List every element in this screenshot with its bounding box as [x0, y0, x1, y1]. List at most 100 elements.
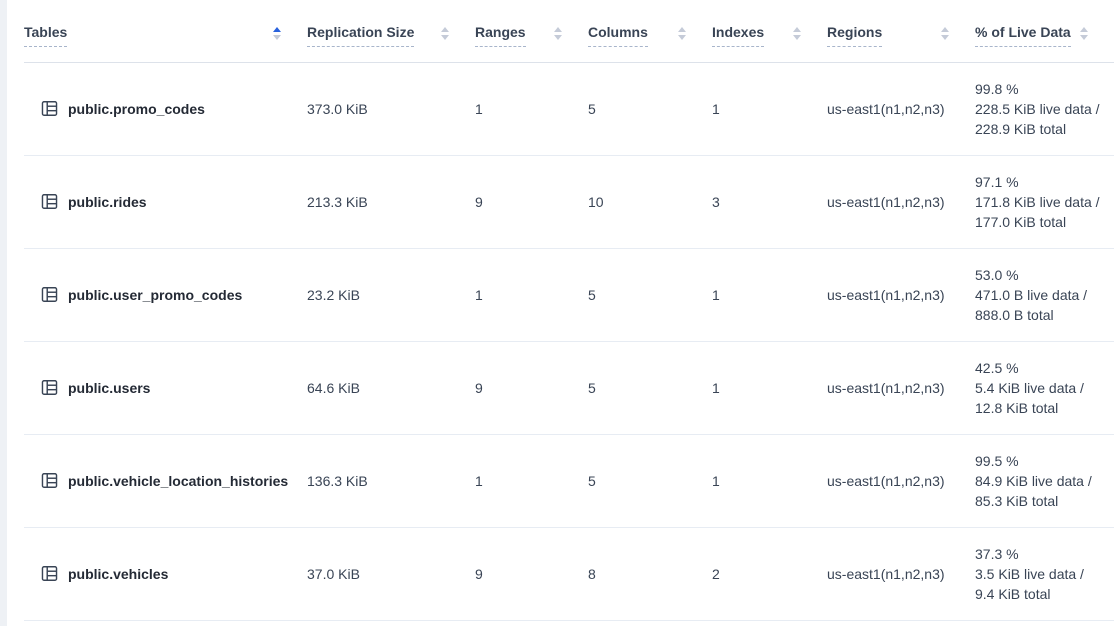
live-percent: 53.0 %: [975, 265, 1104, 285]
table-name-link[interactable]: public.users: [68, 380, 150, 396]
column-header-label[interactable]: Ranges: [475, 24, 526, 47]
table-row[interactable]: public.users 64.6 KiB 9 5 1 us-east1(n1,…: [24, 341, 1114, 434]
live-data-cell: 53.0 % 471.0 B live data / 888.0 B total: [975, 248, 1114, 341]
column-header[interactable]: Tables: [24, 10, 307, 62]
sort-desc-arrow-icon: [554, 35, 562, 40]
table-name-link[interactable]: public.rides: [68, 194, 147, 210]
column-header-label[interactable]: Regions: [827, 24, 882, 47]
column-header[interactable]: Indexes: [712, 10, 827, 62]
table-name-link[interactable]: public.promo_codes: [68, 101, 205, 117]
regions-cell: us-east1(n1,n2,n3): [827, 248, 975, 341]
table-name-cell: public.rides: [24, 155, 307, 248]
total-data-amount: 85.3 KiB total: [975, 491, 1104, 511]
table-name-link[interactable]: public.vehicles: [68, 566, 168, 582]
regions-cell: us-east1(n1,n2,n3): [827, 341, 975, 434]
column-header[interactable]: % of Live Data: [975, 10, 1114, 62]
replication-size-cell: 64.6 KiB: [307, 341, 475, 434]
sort-desc-arrow-icon: [941, 35, 949, 40]
columns-cell: 5: [588, 341, 712, 434]
column-header-label[interactable]: Tables: [24, 24, 67, 47]
live-percent: 42.5 %: [975, 358, 1104, 378]
sort-asc-arrow-icon: [1080, 27, 1088, 32]
columns-cell: 8: [588, 527, 712, 620]
sort-arrows-icon[interactable]: [441, 27, 449, 40]
sort-arrows-icon[interactable]: [273, 27, 281, 40]
regions-cell: us-east1(n1,n2,n3): [827, 434, 975, 527]
sort-asc-arrow-icon: [941, 27, 949, 32]
live-data-amount: 5.4 KiB live data /: [975, 378, 1104, 398]
column-header-label[interactable]: Indexes: [712, 24, 764, 47]
regions-cell: us-east1(n1,n2,n3): [827, 527, 975, 620]
table-row[interactable]: public.vehicles 37.0 KiB 9 8 2 us-east1(…: [24, 527, 1114, 620]
table-row[interactable]: public.user_promo_codes 23.2 KiB 1 5 1 u…: [24, 248, 1114, 341]
live-data-amount: 3.5 KiB live data /: [975, 564, 1104, 584]
table-icon: [40, 192, 59, 211]
table-row[interactable]: public.vehicle_location_histories 136.3 …: [24, 434, 1114, 527]
table-row[interactable]: public.rides 213.3 KiB 9 10 3 us-east1(n…: [24, 155, 1114, 248]
table-name-cell: public.users: [24, 341, 307, 434]
replication-size-cell: 373.0 KiB: [307, 62, 475, 155]
live-percent: 37.3 %: [975, 544, 1104, 564]
column-header[interactable]: Replication Size: [307, 10, 475, 62]
sort-asc-arrow-icon: [441, 27, 449, 32]
column-header[interactable]: Columns: [588, 10, 712, 62]
total-data-amount: 177.0 KiB total: [975, 212, 1104, 232]
replication-size-cell: 213.3 KiB: [307, 155, 475, 248]
table-icon: [40, 471, 59, 490]
table-icon: [40, 285, 59, 304]
sort-asc-arrow-icon: [554, 27, 562, 32]
live-data-cell: 42.5 % 5.4 KiB live data / 12.8 KiB tota…: [975, 341, 1114, 434]
table-name-cell: public.vehicle_location_histories: [24, 434, 307, 527]
sort-arrows-icon[interactable]: [554, 27, 562, 40]
sort-arrows-icon[interactable]: [793, 27, 801, 40]
indexes-cell: 1: [712, 62, 827, 155]
table-name-cell: public.promo_codes: [24, 62, 307, 155]
indexes-cell: 2: [712, 527, 827, 620]
header-row: Tables Replication Size: [24, 10, 1114, 62]
column-header-label[interactable]: Columns: [588, 24, 648, 47]
live-percent: 99.5 %: [975, 451, 1104, 471]
column-header[interactable]: Regions: [827, 10, 975, 62]
sort-asc-arrow-icon: [678, 27, 686, 32]
indexes-cell: 1: [712, 248, 827, 341]
live-data-amount: 84.9 KiB live data /: [975, 471, 1104, 491]
replication-size-cell: 23.2 KiB: [307, 248, 475, 341]
ranges-cell: 1: [475, 248, 588, 341]
live-data-amount: 471.0 B live data /: [975, 285, 1104, 305]
sort-desc-arrow-icon: [1080, 35, 1088, 40]
ranges-cell: 9: [475, 155, 588, 248]
sort-asc-arrow-icon: [273, 27, 281, 32]
column-header-label[interactable]: Replication Size: [307, 24, 414, 47]
sort-desc-arrow-icon: [441, 35, 449, 40]
live-data-cell: 97.1 % 171.8 KiB live data / 177.0 KiB t…: [975, 155, 1114, 248]
table-icon: [40, 378, 59, 397]
page-left-edge: [0, 0, 7, 626]
table-row[interactable]: public.promo_codes 373.0 KiB 1 5 1 us-ea…: [24, 62, 1114, 155]
table-name-cell: public.user_promo_codes: [24, 248, 307, 341]
live-percent: 99.8 %: [975, 79, 1104, 99]
sort-arrows-icon[interactable]: [678, 27, 686, 40]
sort-arrows-icon[interactable]: [1080, 27, 1088, 40]
indexes-cell: 3: [712, 155, 827, 248]
live-data-cell: 99.8 % 228.5 KiB live data / 228.9 KiB t…: [975, 62, 1114, 155]
live-data-cell: 37.3 % 3.5 KiB live data / 9.4 KiB total: [975, 527, 1114, 620]
table-name-link[interactable]: public.user_promo_codes: [68, 287, 242, 303]
sort-arrows-icon[interactable]: [941, 27, 949, 40]
total-data-amount: 12.8 KiB total: [975, 398, 1104, 418]
total-data-amount: 888.0 B total: [975, 305, 1104, 325]
total-data-amount: 228.9 KiB total: [975, 119, 1104, 139]
live-percent: 97.1 %: [975, 172, 1104, 192]
ranges-cell: 1: [475, 434, 588, 527]
live-data-amount: 171.8 KiB live data /: [975, 192, 1104, 212]
replication-size-cell: 37.0 KiB: [307, 527, 475, 620]
column-header-label[interactable]: % of Live Data: [975, 24, 1071, 47]
ranges-cell: 9: [475, 341, 588, 434]
sort-asc-arrow-icon: [793, 27, 801, 32]
sort-desc-arrow-icon: [273, 35, 281, 40]
indexes-cell: 1: [712, 434, 827, 527]
columns-cell: 5: [588, 248, 712, 341]
table-name-link[interactable]: public.vehicle_location_histories: [68, 473, 288, 489]
total-data-amount: 9.4 KiB total: [975, 584, 1104, 604]
column-header[interactable]: Ranges: [475, 10, 588, 62]
live-data-amount: 228.5 KiB live data /: [975, 99, 1104, 119]
